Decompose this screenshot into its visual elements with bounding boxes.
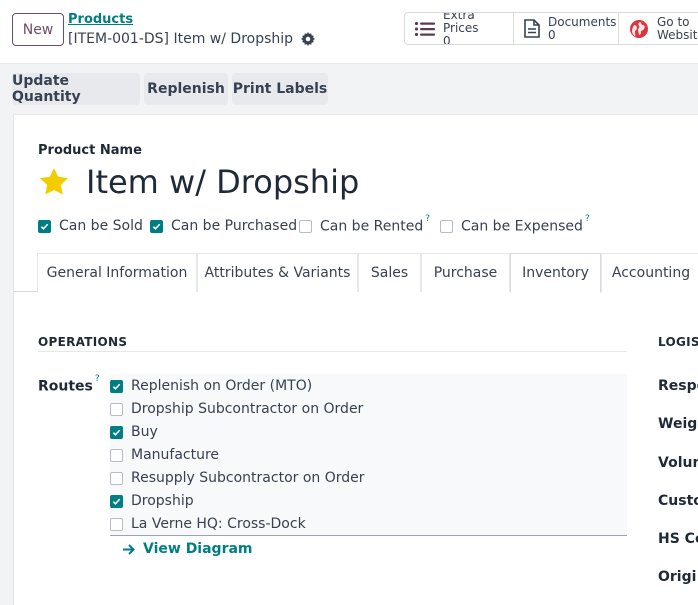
logistics-field-hs-code: HS Co	[658, 531, 698, 547]
notebook-tabs: General Information Attributes & Variant…	[13, 253, 698, 293]
route-checkbox[interactable]	[110, 402, 123, 416]
route-item[interactable]: Dropship	[110, 493, 194, 509]
route-checkbox[interactable]	[110, 471, 123, 485]
can-be-expensed-label: Can be Expensed?	[461, 214, 590, 235]
new-button[interactable]: New	[12, 13, 64, 46]
smart-buttons: Extra Prices 0 Documents 0 Go to Websit	[404, 12, 698, 45]
logistics-heading: LOGIST	[658, 335, 698, 349]
extra-prices-text: Extra Prices 0	[443, 12, 505, 45]
tab-attributes-variants[interactable]: Attributes & Variants	[197, 253, 358, 292]
route-item[interactable]: Manufacture	[110, 447, 219, 463]
logistics-field-volume: Volum	[658, 455, 698, 471]
replenish-button[interactable]: Replenish	[144, 73, 228, 105]
document-icon	[524, 19, 540, 39]
print-labels-button[interactable]: Print Labels	[232, 73, 328, 105]
route-checkbox[interactable]	[110, 425, 123, 439]
tab-general-information[interactable]: General Information	[37, 253, 197, 292]
update-quantity-button[interactable]: Update Quantity	[12, 73, 140, 105]
product-name-label: Product Name	[38, 143, 142, 158]
tab-inventory[interactable]: Inventory	[510, 253, 601, 293]
tab-purchase[interactable]: Purchase	[421, 253, 510, 292]
route-item[interactable]: Replenish on Order (MTO)	[110, 378, 312, 394]
can-be-rented-text: Can be Rented	[320, 218, 424, 235]
route-label: Resupply Subcontractor on Order	[131, 470, 365, 486]
operations-divider	[38, 351, 627, 352]
documents-text: Documents 0	[548, 14, 617, 42]
can-be-rented-flag[interactable]: Can be Rented?	[299, 214, 430, 235]
view-diagram-link[interactable]: View Diagram	[123, 541, 253, 557]
logistics-field-responsible: Respo	[658, 378, 698, 394]
routes-field: Replenish on Order (MTO) Dropship Subcon…	[110, 374, 627, 536]
go-to-website-title: Go to	[657, 14, 690, 29]
can-be-expensed-text: Can be Expensed	[461, 218, 583, 235]
route-label: Dropship	[131, 493, 194, 509]
action-bar: Update Quantity Replenish Print Labels	[0, 64, 698, 114]
route-label: Buy	[131, 424, 158, 440]
documents-count: 0	[548, 27, 556, 42]
breadcrumb-products-link[interactable]: Products	[68, 12, 133, 27]
route-item[interactable]: Resupply Subcontractor on Order	[110, 470, 365, 486]
can-be-purchased-checkbox[interactable]	[150, 219, 163, 233]
go-to-website-sub: Website	[657, 27, 698, 42]
can-be-sold-label: Can be Sold	[59, 218, 143, 234]
gear-icon[interactable]	[301, 32, 316, 46]
can-be-expensed-checkbox[interactable]	[440, 219, 453, 233]
tab-sales[interactable]: Sales	[358, 253, 421, 292]
route-checkbox[interactable]	[110, 517, 123, 531]
route-label: La Verne HQ: Cross-Dock	[131, 516, 306, 532]
logistics-field-customs: Custo	[658, 493, 698, 509]
can-be-expensed-help-icon[interactable]: ?	[585, 214, 590, 224]
control-panel: New Products [ITEM-001-DS] Item w/ Drops…	[0, 0, 698, 64]
arrow-right-icon	[123, 543, 135, 555]
route-label: Manufacture	[131, 447, 220, 463]
extra-prices-count: 0	[443, 34, 451, 45]
extra-prices-title: Extra Prices	[443, 12, 479, 35]
list-icon	[415, 19, 435, 39]
route-label: Replenish on Order (MTO)	[131, 378, 313, 394]
documents-button[interactable]: Documents 0	[514, 13, 619, 44]
star-icon[interactable]	[38, 166, 70, 198]
can-be-purchased-label: Can be Purchased	[171, 218, 298, 234]
documents-title: Documents	[548, 14, 617, 29]
can-be-purchased-flag[interactable]: Can be Purchased	[150, 218, 297, 234]
route-checkbox[interactable]	[110, 448, 123, 462]
can-be-rented-help-icon[interactable]: ?	[425, 214, 430, 224]
breadcrumb-current: [ITEM-001-DS] Item w/ Dropship	[68, 31, 316, 47]
go-to-website-text: Go to Website	[657, 14, 698, 42]
routes-help-icon[interactable]: ?	[95, 374, 100, 384]
extra-prices-button[interactable]: Extra Prices 0	[405, 13, 514, 44]
route-checkbox[interactable]	[110, 379, 123, 393]
route-item[interactable]: La Verne HQ: Cross-Dock	[110, 516, 306, 532]
route-item[interactable]: Buy	[110, 424, 158, 440]
routes-label-text: Routes	[38, 378, 93, 395]
product-name-title[interactable]: Item w/ Dropship	[86, 163, 359, 201]
view-diagram-label: View Diagram	[143, 541, 253, 557]
route-label: Dropship Subcontractor on Order	[131, 401, 364, 417]
tab-accounting[interactable]: Accounting	[601, 253, 698, 292]
routes-label: Routes?	[38, 374, 100, 395]
logistics-field-origin: Origi	[658, 569, 697, 585]
globe-icon	[629, 19, 649, 39]
can-be-sold-flag[interactable]: Can be Sold	[38, 218, 143, 234]
can-be-rented-label: Can be Rented?	[320, 214, 430, 235]
can-be-sold-checkbox[interactable]	[38, 219, 51, 233]
route-item[interactable]: Dropship Subcontractor on Order	[110, 401, 363, 417]
route-checkbox[interactable]	[110, 494, 123, 508]
can-be-rented-checkbox[interactable]	[299, 219, 312, 233]
logistics-field-weight: Weigh	[658, 416, 698, 432]
operations-heading: OPERATIONS	[38, 335, 128, 349]
go-to-website-button[interactable]: Go to Website	[619, 13, 698, 44]
breadcrumb-current-label: [ITEM-001-DS] Item w/ Dropship	[68, 31, 294, 47]
can-be-expensed-flag[interactable]: Can be Expensed?	[440, 214, 590, 235]
